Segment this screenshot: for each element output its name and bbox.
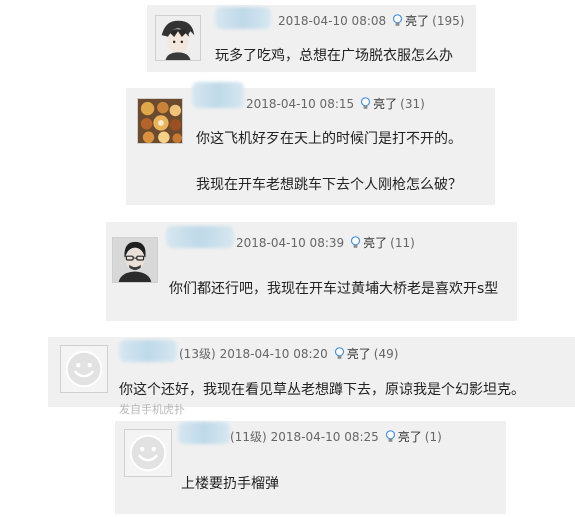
comment-meta: (13级) 2018-04-10 08:20 亮了 (49)	[179, 345, 398, 362]
comment-meta: (11级) 2018-04-10 08:25 亮了 (1)	[230, 428, 442, 445]
comment-meta: 2018-04-10 08:39 亮了 (11)	[236, 234, 415, 251]
comment-text: 玩多了吃鸡，总想在广场脱衣服怎么办	[215, 48, 453, 64]
username-redacted[interactable]	[166, 226, 234, 248]
comment-meta: 2018-04-10 08:15 亮了 (31)	[246, 95, 425, 112]
like-button[interactable]: 亮了	[363, 234, 387, 251]
like-count: (31)	[400, 96, 425, 111]
anime-avatar-icon	[156, 16, 200, 60]
like-count: (1)	[424, 429, 442, 444]
man-photo-avatar-icon	[113, 238, 157, 282]
comment-card-3: 2018-04-10 08:39 亮了 (11) 你们都还行吧，我现在开车过黄埔…	[106, 222, 517, 321]
comment-card-1: 2018-04-10 08:08 亮了 (195) 玩多了吃鸡，总想在广场脱衣服…	[147, 5, 476, 72]
username-redacted[interactable]	[119, 340, 177, 362]
comment-text-line-2: 我现在开车老想跳车下去个人刚枪怎么破？	[196, 177, 462, 193]
comment-text: 上楼要扔手榴弹	[181, 476, 279, 492]
like-button[interactable]: 亮了	[373, 95, 397, 112]
user-avatar[interactable]	[112, 237, 158, 283]
like-count: (195)	[432, 13, 465, 28]
user-level: (11级)	[230, 430, 267, 444]
comment-card-2: 2018-04-10 08:15 亮了 (31) 你这飞机好歹在天上的时候门是打…	[126, 82, 495, 205]
smiley-avatar-icon	[61, 346, 107, 392]
like-button[interactable]: 亮了	[347, 345, 371, 362]
like-count: (11)	[390, 235, 415, 250]
lightbulb-icon[interactable]	[350, 236, 361, 249]
post-source: 发自手机虎扑	[119, 403, 185, 416]
comment-card-5: (11级) 2018-04-10 08:25 亮了 (1) 上楼要扔手榴弹	[115, 421, 506, 514]
user-avatar[interactable]	[137, 98, 183, 144]
comment-date: 2018-04-10 08:39	[236, 235, 345, 250]
user-level: (13级)	[179, 347, 216, 361]
like-button[interactable]: 亮了	[398, 428, 422, 445]
comment-date: 2018-04-10 08:08	[278, 13, 387, 28]
comment-text: 你这个还好，我现在看见草丛老想蹲下去，原谅我是个幻影坦克。	[119, 382, 525, 398]
user-avatar[interactable]	[60, 345, 108, 393]
comment-text-line-1: 你这飞机好歹在天上的时候门是打不开的。	[196, 131, 462, 147]
lightbulb-icon[interactable]	[334, 347, 345, 360]
food-photo-avatar-icon	[138, 99, 182, 143]
lightbulb-icon[interactable]	[392, 14, 403, 27]
user-avatar[interactable]	[155, 15, 201, 61]
like-button[interactable]: 亮了	[405, 12, 429, 29]
username-redacted[interactable]	[192, 82, 244, 108]
user-avatar[interactable]	[124, 429, 172, 477]
comment-date: 2018-04-10 08:25	[270, 429, 379, 444]
username-redacted[interactable]	[178, 422, 230, 444]
comment-meta: 2018-04-10 08:08 亮了 (195)	[278, 12, 464, 29]
comment-date: 2018-04-10 08:20	[219, 346, 328, 361]
username-redacted[interactable]	[215, 7, 271, 29]
lightbulb-icon[interactable]	[360, 97, 371, 110]
like-count: (49)	[373, 346, 399, 361]
smiley-avatar-icon	[125, 430, 171, 476]
comment-date: 2018-04-10 08:15	[246, 96, 355, 111]
lightbulb-icon[interactable]	[385, 430, 396, 443]
comment-text: 你们都还行吧，我现在开车过黄埔大桥老是喜欢开s型	[169, 281, 499, 297]
comment-card-4: (13级) 2018-04-10 08:20 亮了 (49) 你这个还好，我现在…	[48, 337, 575, 416]
